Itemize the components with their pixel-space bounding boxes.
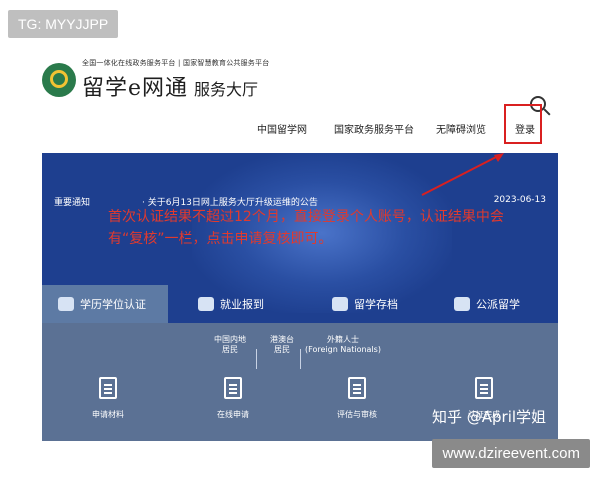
step-label: 申请材料 <box>92 410 124 419</box>
logo-subtitle: 全国一体化在线政务服务平台 | 国家智慧教育公共服务平台 <box>82 59 270 67</box>
site-logo[interactable]: 全国一体化在线政务服务平台 | 国家智慧教育公共服务平台 留学e网通 服务大厅 <box>42 58 269 102</box>
login-highlight-box <box>504 104 542 144</box>
logo-suffix: 服务大厅 <box>194 80 259 99</box>
zhihu-watermark: 知乎 @April学姐 <box>432 408 547 426</box>
logo-title: 留学e网通 <box>82 76 189 101</box>
tab-employment-registration[interactable]: 就业报到 <box>198 285 264 323</box>
certificate-icon <box>475 377 493 399</box>
step-label: 评估与审核 <box>337 410 377 419</box>
review-eye-icon <box>348 377 366 399</box>
nav-link-china-study[interactable]: 中国留学网 <box>257 121 307 136</box>
tab-public-sponsored[interactable]: 公派留学 <box>454 285 520 323</box>
edit-form-icon <box>224 377 242 399</box>
tab-label: 公派留学 <box>476 298 520 311</box>
nav-link-accessibility[interactable]: 无障碍浏览 <box>436 121 486 136</box>
hero-banner: 重要通知 · 关于6月13日网上服务大厅升级运维的公告 2023-06-13 首… <box>42 153 558 441</box>
step-materials[interactable]: 申请材料 <box>68 377 148 420</box>
service-tabs: 学历学位认证 就业报到 留学存档 公派留学 <box>42 285 558 323</box>
region-mainland[interactable]: 中国内地 居民 <box>200 335 260 355</box>
step-evaluation[interactable]: 评估与审核 <box>317 377 397 420</box>
tab-degree-certification[interactable]: 学历学位认证 <box>42 285 168 323</box>
archive-icon <box>332 297 348 311</box>
nav-link-gov-service[interactable]: 国家政务服务平台 <box>334 121 414 136</box>
graduation-cap-icon <box>58 297 74 311</box>
region-foreign[interactable]: 外籍人士 (Foreign Nationals) <box>298 335 388 355</box>
step-online-apply[interactable]: 在线申请 <box>193 377 273 420</box>
tab-label: 学历学位认证 <box>80 298 146 311</box>
document-icon <box>99 377 117 399</box>
tab-label: 留学存档 <box>354 298 398 311</box>
tab-study-archive[interactable]: 留学存档 <box>332 285 398 323</box>
flag-icon <box>454 297 470 311</box>
bottom-watermark: www.dzireevent.com <box>432 439 590 468</box>
logo-emblem-icon <box>42 63 76 97</box>
top-watermark: TG: MYYJJPP <box>8 10 119 38</box>
briefcase-icon <box>198 297 214 311</box>
tab-label: 就业报到 <box>220 298 264 311</box>
step-label: 在线申请 <box>217 410 249 419</box>
